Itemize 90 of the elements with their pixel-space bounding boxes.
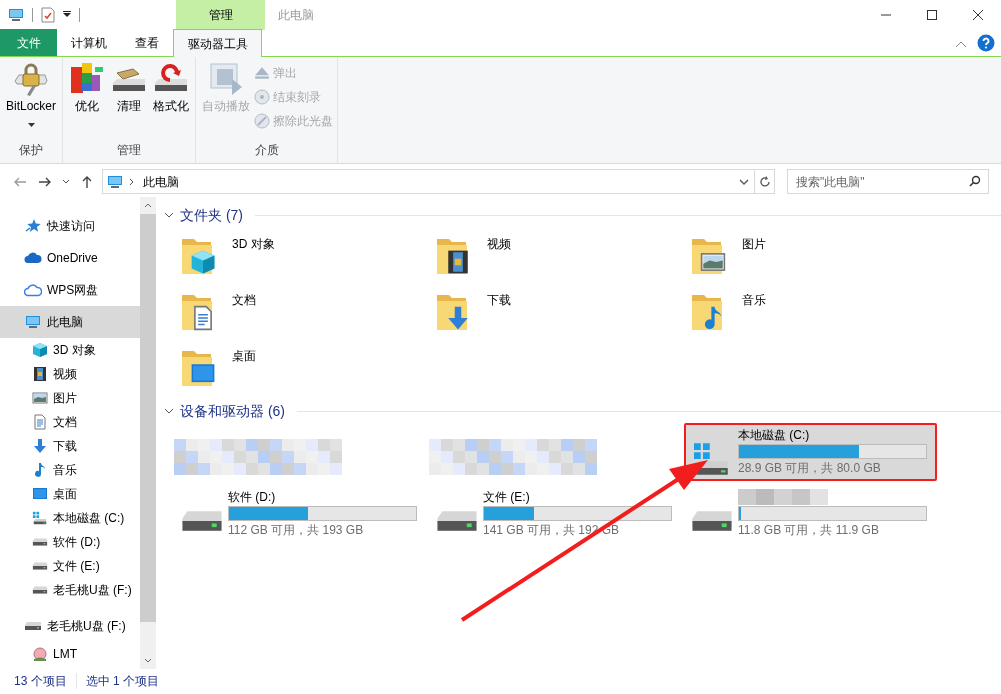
sidebar-item[interactable]: OneDrive xyxy=(0,242,140,274)
ribbon-command[interactable]: 清理 xyxy=(109,61,150,141)
drive-name: 软件 (D:) xyxy=(228,489,277,505)
folder-item[interactable]: 文档 xyxy=(178,283,433,339)
drive-item[interactable]: 软件 (D:) 112 GB 可用，共 193 GB xyxy=(174,485,427,543)
desktop-icon xyxy=(32,486,48,502)
ribbon-command[interactable]: BitLocker xyxy=(4,61,59,141)
address-path: 此电脑 xyxy=(143,173,180,191)
sidebar-item[interactable]: 视频 xyxy=(0,362,140,386)
sidebar-item[interactable]: 桌面 xyxy=(0,482,140,506)
drive-name: 本地磁盘 (C:) xyxy=(738,427,811,443)
folder-item[interactable]: 图片 xyxy=(688,227,943,283)
ribbon-group-label: 介质 xyxy=(253,142,280,159)
collapse-ribbon-icon[interactable] xyxy=(955,40,967,48)
chevron-icon xyxy=(129,177,135,186)
star-icon xyxy=(24,218,42,234)
section-header[interactable]: 设备和驱动器 (6) xyxy=(180,400,285,422)
collapse-icon[interactable] xyxy=(164,408,174,414)
drive-space-text: 112 GB 可用，共 193 GB xyxy=(228,522,365,539)
help-icon[interactable] xyxy=(977,34,995,52)
window-title: 此电脑 xyxy=(277,7,314,24)
maximize-icon[interactable] xyxy=(926,10,938,20)
ribbon-tab[interactable]: 查看 xyxy=(121,29,173,56)
scroll-up-icon[interactable] xyxy=(144,203,152,208)
document-icon xyxy=(32,414,48,430)
download-arrow-icon xyxy=(32,438,48,454)
drive-space-text: 11.8 GB 可用，共 11.9 GB xyxy=(738,522,880,539)
cloud-icon xyxy=(24,282,42,298)
sidebar-item[interactable]: 本地磁盘 (C:) xyxy=(0,506,140,530)
ribbon-group-label: 管理 xyxy=(116,142,143,159)
ribbon-tab[interactable]: 计算机 xyxy=(57,29,121,56)
file-menu-tab[interactable]: 文件 xyxy=(0,29,57,56)
collapse-icon[interactable] xyxy=(164,212,174,218)
drive-name: 文件 (E:) xyxy=(483,489,531,505)
context-tab-header: 管理 xyxy=(176,0,265,30)
sidebar-item[interactable]: 图片 xyxy=(0,386,140,410)
refresh-icon[interactable] xyxy=(758,175,771,188)
ribbon-command[interactable]: 优化 xyxy=(67,61,108,141)
folder-item[interactable]: 3D 对象 xyxy=(178,227,433,283)
sidebar-item[interactable]: 快速访问 xyxy=(0,210,140,242)
ribbon-tab[interactable]: 驱动器工具 xyxy=(173,29,262,57)
close-icon[interactable] xyxy=(972,10,984,20)
sidebar-item[interactable]: 文档 xyxy=(0,410,140,434)
scroll-down-icon[interactable] xyxy=(144,658,152,663)
dropdown-icon[interactable] xyxy=(739,178,749,185)
status-text: 选中 1 个项目 xyxy=(85,673,160,690)
sidebar-item[interactable]: WPS网盘 xyxy=(0,274,140,306)
padlock-icon xyxy=(13,61,49,97)
sidebar-item[interactable]: LMT xyxy=(0,642,140,666)
sidebar-item[interactable]: 音乐 xyxy=(0,458,140,482)
monitor-icon xyxy=(24,314,42,330)
section-header[interactable]: 文件夹 (7) xyxy=(180,204,243,226)
disc-icon xyxy=(254,89,271,105)
windows-drive-icon xyxy=(32,510,48,526)
folder-item[interactable]: 桌面 xyxy=(178,339,433,395)
up-arrow-icon[interactable] xyxy=(81,174,93,189)
status-text: 13 个项目 xyxy=(14,673,67,690)
eject-icon xyxy=(254,65,271,81)
music-note-icon xyxy=(32,462,48,478)
folder-item[interactable]: 视频 xyxy=(433,227,688,283)
sidebar-item[interactable]: 软件 (D:) xyxy=(0,530,140,554)
forward-arrow-icon[interactable] xyxy=(37,175,53,188)
search-field[interactable]: 搜索"此电脑" xyxy=(787,169,989,194)
folder-item[interactable]: 下载 xyxy=(433,283,688,339)
computer-icon xyxy=(107,174,123,191)
film-icon xyxy=(32,366,48,382)
ribbon-group-label: 保护 xyxy=(18,142,44,159)
address-field[interactable]: 此电脑 xyxy=(102,169,755,194)
drive-item[interactable]: 本地磁盘 (C:) 28.9 GB 可用，共 80.0 GB xyxy=(684,423,937,481)
ribbon-command[interactable]: 格式化 xyxy=(151,61,192,141)
drive-space-text: 28.9 GB 可用，共 80.0 GB xyxy=(738,460,882,477)
chevron-down-icon[interactable] xyxy=(62,179,70,184)
sidebar-item[interactable]: 下载 xyxy=(0,434,140,458)
sidebar-item[interactable]: 老毛桃U盘 (F:) xyxy=(0,578,140,602)
sidebar-item[interactable]: 老毛桃U盘 (F:) xyxy=(0,610,140,642)
customize-icon[interactable] xyxy=(63,11,71,19)
sidebar-item[interactable]: 此电脑 xyxy=(0,306,140,338)
cube-icon xyxy=(32,342,48,358)
drive-item[interactable]: 11.8 GB 可用，共 11.9 GB xyxy=(684,485,937,543)
computer-icon xyxy=(8,7,24,23)
refresh-button[interactable] xyxy=(755,169,775,194)
properties-icon[interactable] xyxy=(41,7,55,23)
image-icon xyxy=(32,390,48,406)
folder-item[interactable]: 音乐 xyxy=(688,283,943,339)
sidebar-item[interactable]: 文件 (E:) xyxy=(0,554,140,578)
disc-icon xyxy=(254,113,271,129)
peach-icon xyxy=(32,646,48,662)
search-icon[interactable] xyxy=(969,175,981,187)
sidebar-item[interactable]: 3D 对象 xyxy=(0,338,140,362)
cloud-icon xyxy=(24,250,42,266)
